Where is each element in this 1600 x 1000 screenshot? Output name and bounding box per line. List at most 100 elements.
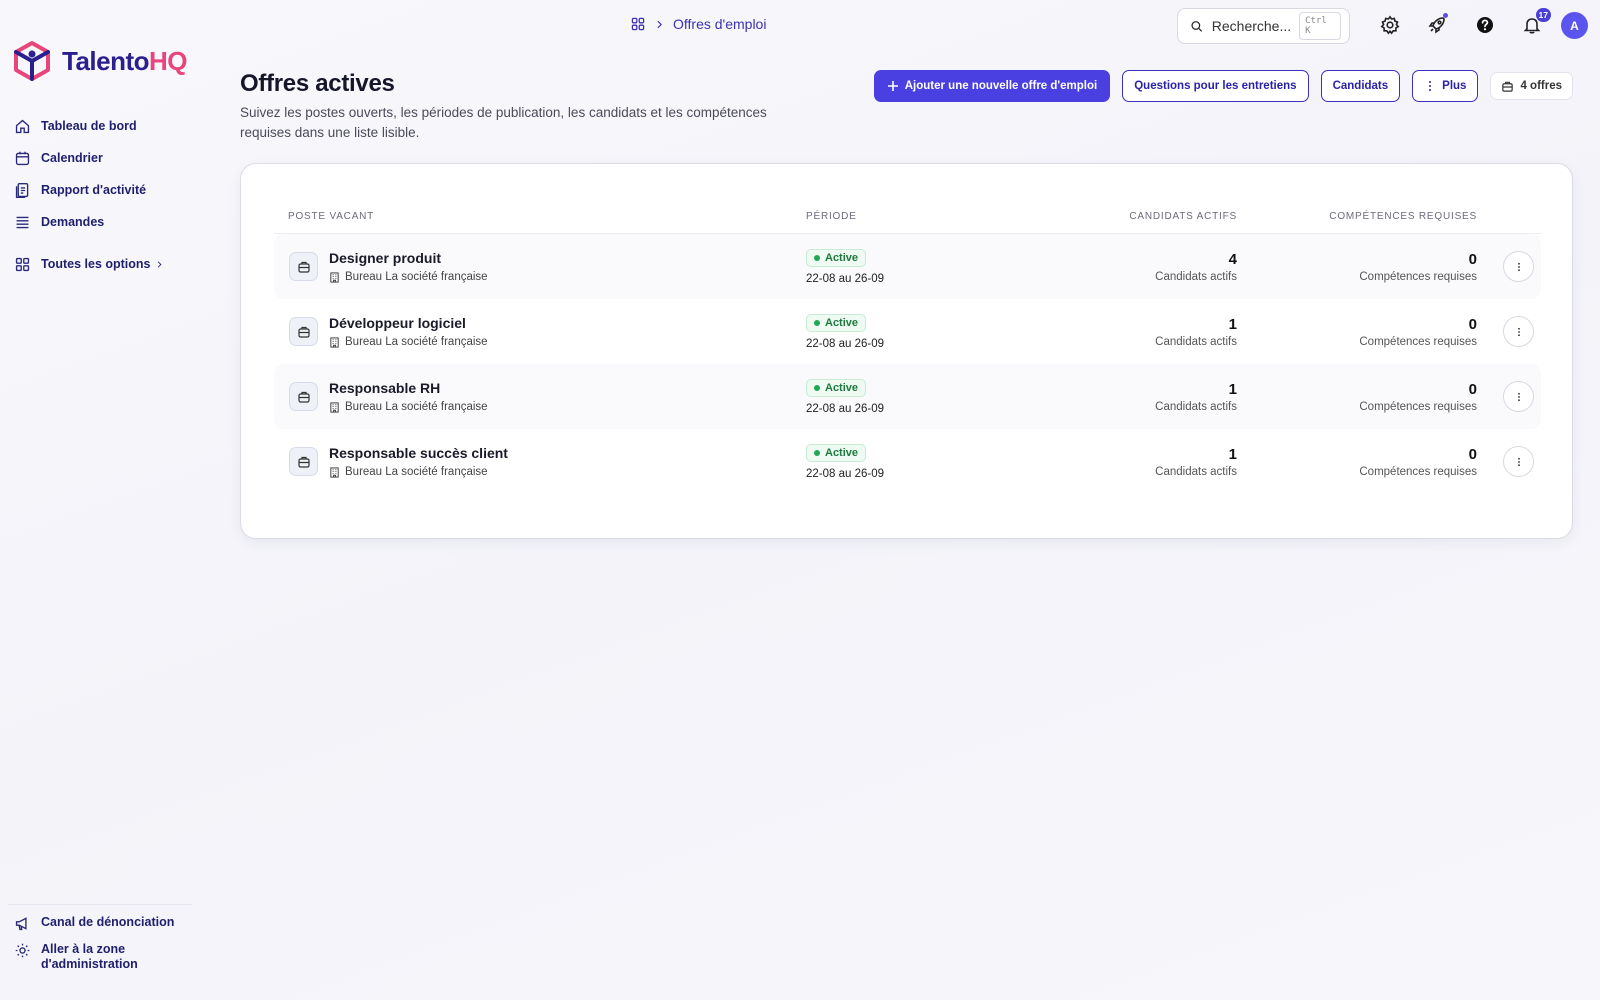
active-candidates-cell: 1 Candidats actifs: [1026, 381, 1237, 413]
more-button[interactable]: Plus: [1412, 70, 1479, 102]
avatar[interactable]: A: [1561, 12, 1588, 39]
row-actions-button[interactable]: [1503, 381, 1534, 412]
sidebar-item-label: Tableau de bord: [41, 119, 137, 133]
grid-icon: [15, 257, 30, 271]
chevron-right-icon: [657, 20, 662, 28]
position-title[interactable]: Responsable RH: [329, 380, 488, 396]
position-office: Bureau La société française: [329, 336, 488, 348]
position-cell: Responsable RH Bureau La société françai…: [274, 380, 806, 413]
position-title[interactable]: Développeur logiciel: [329, 315, 488, 331]
column-header-position: POSTE VACANT: [288, 211, 375, 222]
period-dates: 22-08 au 26-09: [806, 273, 885, 285]
megaphone-icon: [15, 917, 27, 931]
vertical-dots-icon: [1517, 262, 1520, 271]
active-candidates-label: Candidats actifs: [1155, 465, 1237, 478]
position-office: Bureau La société française: [329, 466, 508, 478]
notification-count: 17: [1535, 8, 1551, 22]
period-cell: Active 22-08 au 26-09: [806, 248, 1026, 285]
sidebar-item-label: Calendrier: [41, 151, 103, 165]
breadcrumb: Offres d'emploi: [630, 16, 766, 32]
building-icon: [330, 336, 339, 348]
required-skills-label: Compétences requises: [1359, 270, 1477, 283]
position-title[interactable]: Designer produit: [329, 250, 488, 266]
position-office: Bureau La société française: [329, 271, 488, 283]
table-row[interactable]: Responsable RH Bureau La société françai…: [274, 364, 1541, 429]
table-row[interactable]: Développeur logiciel Bureau La société f…: [274, 299, 1541, 364]
apps-grid-icon[interactable]: [630, 16, 646, 32]
position-cell: Responsable succès client Bureau La soci…: [274, 445, 806, 478]
search-shortcut: Ctrl K: [1299, 12, 1341, 40]
home-icon: [15, 119, 30, 133]
period-cell: Active 22-08 au 26-09: [806, 378, 1026, 415]
column-header-required-skills: COMPÉTENCES REQUISES: [1329, 211, 1477, 222]
active-candidates-cell: 4 Candidats actifs: [1026, 251, 1237, 283]
briefcase-icon: [289, 252, 318, 281]
required-skills-count: 0: [1468, 380, 1477, 398]
sidebar-item-label: Demandes: [41, 215, 105, 229]
status-badge: Active: [806, 249, 867, 267]
sidebar-item-whistleblowing[interactable]: Canal de dénonciation: [14, 915, 192, 932]
sidebar-item-label: Aller à la zone d'administration: [41, 942, 138, 971]
sidebar-item-admin[interactable]: Aller à la zone d'administration: [14, 942, 192, 972]
admin-gear-icon: [15, 943, 30, 958]
vertical-dots-icon: [1517, 392, 1520, 401]
job-offers-table: POSTE VACANT PÉRIODE CANDIDATS ACTIFS CO…: [274, 200, 1541, 494]
table-row[interactable]: Designer produit Bureau La société franç…: [274, 234, 1541, 299]
row-actions-button[interactable]: [1503, 251, 1534, 282]
period-cell: Active 22-08 au 26-09: [806, 313, 1026, 350]
table-row[interactable]: Responsable succès client Bureau La soci…: [274, 429, 1541, 494]
briefcase-icon: [289, 382, 318, 411]
period-dates: 22-08 au 26-09: [806, 403, 885, 415]
sidebar-item-calendar[interactable]: Calendrier: [14, 142, 194, 174]
offers-count: 4 offres: [1490, 72, 1573, 100]
row-actions-button[interactable]: [1503, 446, 1534, 477]
breadcrumb-current[interactable]: Offres d'emploi: [673, 16, 766, 32]
row-actions-button[interactable]: [1503, 316, 1534, 347]
launch-button[interactable]: [1424, 12, 1450, 38]
sidebar-item-label: Toutes les options: [41, 257, 151, 271]
candidates-button[interactable]: Candidats: [1320, 70, 1401, 102]
vertical-dots-icon: [1517, 457, 1520, 466]
plus-icon: [887, 81, 898, 91]
sidebar-bottom: Canal de dénonciation Aller à la zone d'…: [8, 904, 192, 982]
page-title: Offres actives: [240, 70, 395, 97]
calendar-icon: [15, 151, 30, 165]
status-badge: Active: [806, 444, 867, 462]
app-name: TalentoHQ: [62, 45, 188, 76]
table-header: POSTE VACANT PÉRIODE CANDIDATS ACTIFS CO…: [274, 200, 1541, 234]
sidebar-nav: Tableau de bord Calendrier Rapport d'act…: [14, 110, 194, 280]
vertical-dots-icon: [1429, 81, 1432, 91]
status-badge: Active: [806, 379, 867, 397]
sidebar-item-all-options[interactable]: Toutes les options: [14, 248, 194, 280]
cube-logo-icon: [14, 41, 50, 81]
active-candidates-count: 1: [1228, 445, 1237, 463]
help-button[interactable]: [1472, 12, 1498, 38]
rocket-icon: [1428, 17, 1445, 34]
page-subtitle: Suivez les postes ouverts, les périodes …: [240, 105, 767, 140]
report-icon: [15, 182, 29, 198]
required-skills-cell: 0 Compétences requises: [1237, 446, 1477, 478]
column-header-period: PÉRIODE: [806, 211, 857, 222]
position-title[interactable]: Responsable succès client: [329, 445, 508, 461]
sidebar-item-dashboard[interactable]: Tableau de bord: [14, 110, 194, 142]
sidebar-item-label: Canal de dénonciation: [41, 915, 175, 929]
app-logo[interactable]: TalentoHQ: [12, 40, 188, 82]
vertical-dots-icon: [1517, 327, 1520, 336]
required-skills-cell: 0 Compétences requises: [1237, 316, 1477, 348]
building-icon: [330, 271, 339, 283]
search-input[interactable]: Recherche... Ctrl K: [1177, 8, 1350, 44]
notifications-button[interactable]: 17: [1519, 8, 1551, 38]
active-candidates-label: Candidats actifs: [1155, 335, 1237, 348]
interview-questions-button[interactable]: Questions pour les entretiens: [1122, 70, 1309, 102]
briefcase-icon: [1502, 81, 1514, 92]
sidebar-item-requests[interactable]: Demandes: [14, 206, 194, 238]
add-job-offer-button[interactable]: Ajouter une nouvelle offre d'emploi: [873, 70, 1111, 102]
building-icon: [330, 401, 339, 413]
required-skills-count: 0: [1468, 445, 1477, 463]
required-skills-cell: 0 Compétences requises: [1237, 251, 1477, 283]
sidebar-item-activity-report[interactable]: Rapport d'activité: [14, 174, 194, 206]
active-candidates-count: 1: [1228, 380, 1237, 398]
settings-button[interactable]: [1377, 12, 1403, 38]
period-dates: 22-08 au 26-09: [806, 468, 885, 480]
briefcase-icon: [289, 317, 318, 346]
